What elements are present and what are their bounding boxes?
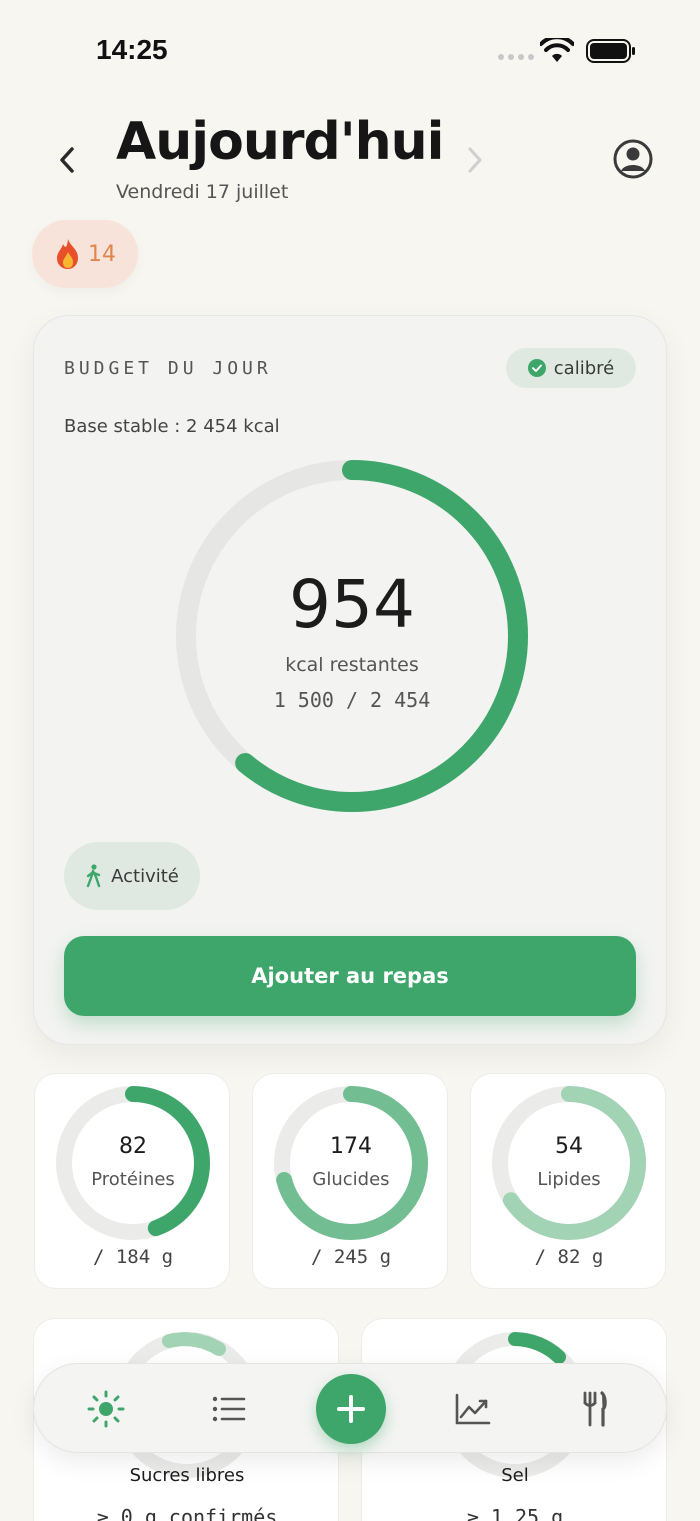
macro-label: Glucides [312,1169,390,1190]
card-title: Sel [501,1465,529,1486]
chevron-left-icon [60,147,74,173]
list-icon [212,1396,246,1422]
card-subtitle: ≥ 0 g confirmés [96,1505,278,1521]
battery-icon [586,39,635,63]
card-title: Sucres libres [129,1465,245,1486]
page-date: Vendredi 17 juillet [116,181,289,203]
cellular-signal-icon [498,54,534,60]
chevron-right-icon [468,147,482,173]
streak-badge[interactable]: 14 [32,220,138,288]
calibrated-label: calibré [553,357,615,379]
card-subtitle: ≥ 1,25 g [466,1505,564,1521]
macro-value: 82 [119,1134,147,1159]
macro-value: 54 [555,1134,583,1159]
profile-icon[interactable] [612,138,654,180]
base-calories: Base stable : 2 454 kcal [64,416,280,437]
remaining-calories: 954 [289,566,415,643]
macro-goal: / 245 g [310,1246,392,1268]
walking-icon [86,864,101,888]
macro-label: Lipides [537,1169,601,1190]
macro-label: Protéines [91,1169,175,1190]
macro-goal: / 184 g [92,1246,174,1268]
next-day-button[interactable] [458,140,492,180]
fork-knife-icon [583,1391,607,1427]
calorie-ring: 954 kcal restantes 1 500 / 2 454 [174,458,530,814]
nav-list[interactable] [209,1389,249,1429]
macro-card-proteins[interactable]: 82 Protéines / 184 g [34,1073,230,1289]
calibrated-badge: calibré [506,348,636,388]
macro-value: 174 [330,1134,372,1159]
add-meal-button[interactable]: Ajouter au repas [64,936,636,1016]
remaining-label: kcal restantes [285,654,419,676]
macro-card-fats[interactable]: 54 Lipides / 82 g [470,1073,666,1289]
macro-card-carbs[interactable]: 174 Glucides / 245 g [252,1073,448,1289]
fire-icon [57,239,78,269]
activity-label: Activité [111,865,179,887]
status-time: 14:25 [96,34,168,65]
streak-count: 14 [88,241,116,267]
page-title: Aujourd'hui [116,112,444,172]
bottom-navigation [33,1363,667,1453]
previous-day-button[interactable] [50,140,84,180]
nav-add-button[interactable] [316,1374,386,1444]
daily-budget-card: BUDGET DU JOUR calibré Base stable : 2 4… [33,315,667,1045]
card-label: BUDGET DU JOUR [64,358,272,379]
check-circle-icon [527,359,546,377]
wifi-icon [540,38,574,62]
macro-goal: / 82 g [534,1246,604,1268]
nav-today[interactable] [86,1389,126,1429]
activity-button[interactable]: Activité [64,842,200,910]
nav-stats[interactable] [453,1389,493,1429]
sun-icon [87,1390,125,1428]
nav-meals[interactable] [575,1389,615,1429]
consumed-ratio: 1 500 / 2 454 [273,688,431,712]
chart-icon [455,1393,491,1425]
status-bar: 14:25 [0,0,700,100]
plus-icon [337,1395,365,1423]
